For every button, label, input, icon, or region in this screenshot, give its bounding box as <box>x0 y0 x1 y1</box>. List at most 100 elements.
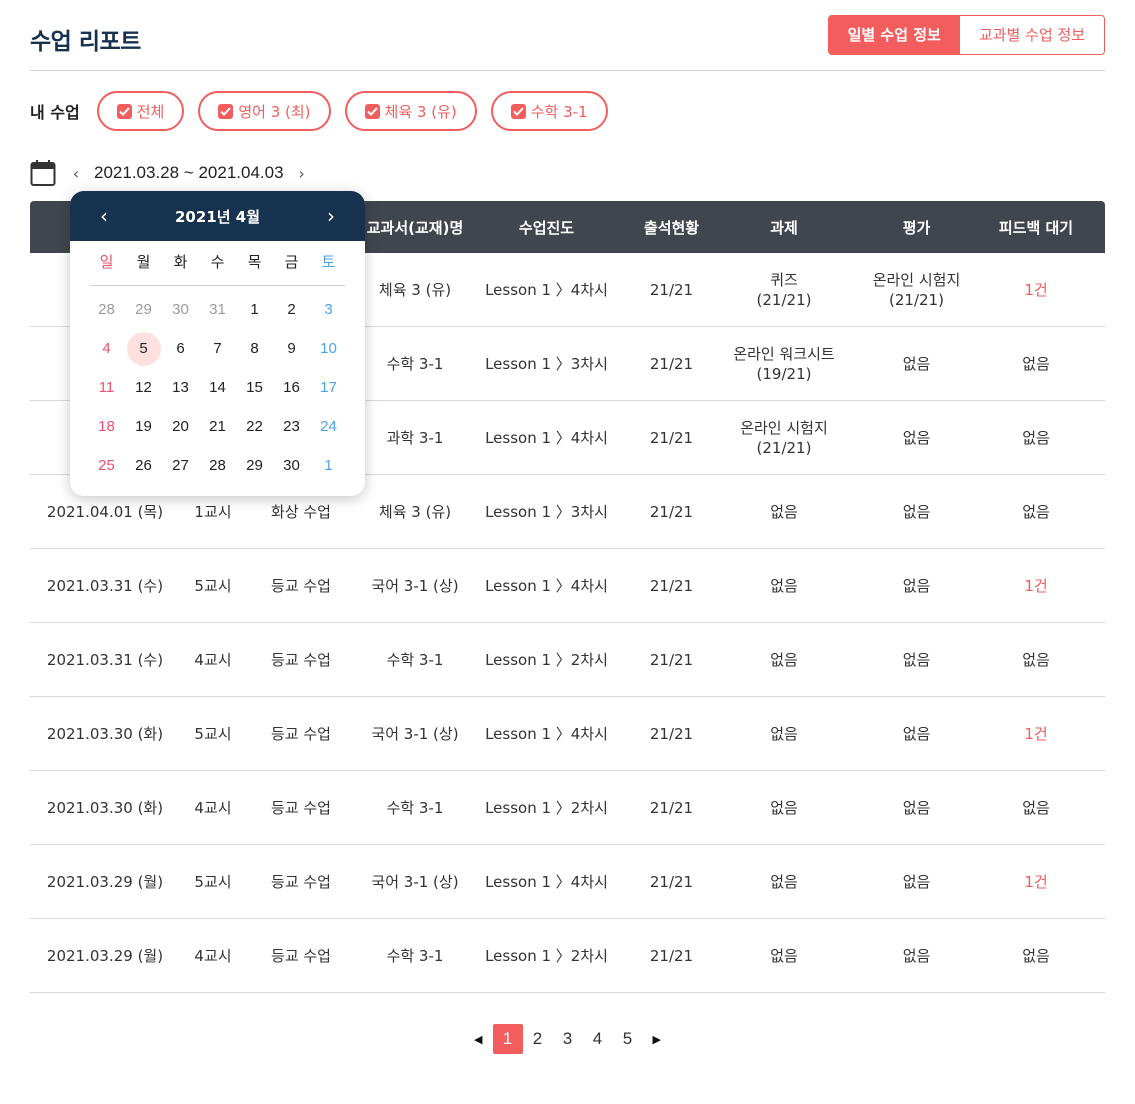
date-picker-popup: ‹ 2021년 4월 › 일월화수목금토 28 29 30 31 1 2 3 4 5 6 7 8 9 10… <box>70 191 365 496</box>
filter-chip-english[interactable]: 영어 3 (최) <box>198 91 331 131</box>
checkbox-checked-icon <box>364 103 380 119</box>
prev-month-button[interactable]: ‹ <box>96 204 112 228</box>
row-period: 5교시 <box>194 576 232 595</box>
next-month-button[interactable]: › <box>323 204 339 228</box>
row-progress: Lesson 1 〉4차시 <box>485 872 608 891</box>
row-progress: Lesson 1 〉3차시 <box>485 354 608 373</box>
row-textbook: 수학 3-1 <box>386 650 444 669</box>
calendar-day[interactable]: 14 <box>199 371 236 405</box>
calendar-day[interactable]: 11 <box>88 371 125 405</box>
row-assignment: 없음 <box>724 845 844 918</box>
row-feedback: 없음 <box>1022 354 1050 373</box>
page-number-1[interactable]: 1 <box>492 1024 523 1054</box>
row-evaluation: 없음 <box>844 623 989 696</box>
table-row[interactable]: 2021.03.30 (화) 5교시 등교 수업 국어 3-1 (상) Lesson 1… <box>30 697 1105 771</box>
date-range-label: 2021.03.28 ~ 2021.04.03 <box>94 163 284 182</box>
calendar-day[interactable]: 1 <box>236 293 273 327</box>
row-feedback: 없음 <box>1022 428 1050 447</box>
subject-info-tab[interactable]: 교과별 수업 정보 <box>959 16 1104 54</box>
prev-week-button[interactable]: ‹ <box>68 164 84 183</box>
row-assignment: 없음 <box>724 771 844 844</box>
row-feedback[interactable]: 1건 <box>989 697 1083 770</box>
calendar-day[interactable]: 19 <box>125 410 162 444</box>
calendar-day[interactable]: 13 <box>162 371 199 405</box>
row-feedback[interactable]: 1건 <box>989 845 1083 918</box>
calendar-day[interactable]: 30 <box>273 449 310 483</box>
row-feedback[interactable]: 1건 <box>989 549 1083 622</box>
page-number-3[interactable]: 3 <box>553 1024 583 1054</box>
calendar-month-label: 2021년 4월 <box>174 207 260 226</box>
row-assignment-line: 없음 <box>770 502 798 521</box>
row-assignment-line: 온라인 시험지 <box>740 418 828 437</box>
calendar-day[interactable]: 8 <box>236 332 273 366</box>
calendar-day[interactable]: 23 <box>273 410 310 444</box>
calendar-day[interactable]: 9 <box>273 332 310 366</box>
calendar-day[interactable]: 2 <box>273 293 310 327</box>
calendar-day[interactable]: 6 <box>162 332 199 366</box>
weekday-label: 목 <box>247 253 262 271</box>
calendar-day[interactable]: 28 <box>88 293 125 327</box>
row-feedback: 없음 <box>1022 650 1050 669</box>
calendar-day[interactable]: 22 <box>236 410 273 444</box>
calendar-day[interactable]: 29 <box>125 293 162 327</box>
table-row[interactable]: 2021.03.29 (월) 4교시 등교 수업 수학 3-1 Lesson 1 〉2차… <box>30 919 1105 993</box>
class-filter-row: 내 수업 전체 영어 3 (최) 체육 3 (유) 수학 3-1 <box>30 91 622 131</box>
table-row[interactable]: 2021.03.29 (월) 5교시 등교 수업 국어 3-1 (상) Lesson 1… <box>30 845 1105 919</box>
table-row[interactable]: 2021.03.31 (수) 4교시 등교 수업 수학 3-1 Lesson 1 〉2차… <box>30 623 1105 697</box>
row-evaluation-line: 없음 <box>902 724 931 743</box>
row-evaluation-line: 없음 <box>902 428 931 447</box>
next-page-icon[interactable]: ▶ <box>653 1033 661 1046</box>
row-textbook: 국어 3-1 (상) <box>371 576 459 595</box>
calendar-day[interactable]: 15 <box>236 371 273 405</box>
checkbox-checked-icon <box>510 103 526 119</box>
filter-label: 내 수업 <box>30 103 80 122</box>
calendar-day[interactable]: 1 <box>310 449 347 483</box>
calendar-day[interactable]: 26 <box>125 449 162 483</box>
row-assignment-line: 온라인 워크시트 <box>733 344 835 363</box>
pagination: ◀ 12345 ▶ <box>30 1024 1105 1054</box>
filter-chip-math[interactable]: 수학 3-1 <box>490 91 608 131</box>
calendar-day[interactable]: 29 <box>236 449 273 483</box>
page-number-4[interactable]: 4 <box>583 1024 613 1054</box>
calendar-day[interactable]: 21 <box>199 410 236 444</box>
calendar-day[interactable]: 25 <box>88 449 125 483</box>
table-row[interactable]: 2021.03.30 (화) 4교시 등교 수업 수학 3-1 Lesson 1 〉2차… <box>30 771 1105 845</box>
row-attendance: 21/21 <box>649 946 694 965</box>
column-header-attendance: 출석현황 <box>643 218 700 237</box>
calendar-day[interactable]: 20 <box>162 410 199 444</box>
page-number-5[interactable]: 5 <box>613 1024 643 1054</box>
calendar-day[interactable]: 27 <box>162 449 199 483</box>
calendar-day[interactable]: 7 <box>199 332 236 366</box>
calendar-day[interactable]: 17 <box>310 371 347 405</box>
row-feedback[interactable]: 1건 <box>989 253 1083 326</box>
calendar-day[interactable]: 10 <box>310 332 347 366</box>
weekday-label: 일 <box>99 253 114 271</box>
column-header-evaluation: 평가 <box>902 218 931 237</box>
table-row[interactable]: 2021.03.31 (수) 5교시 등교 수업 국어 3-1 (상) Lesson 1… <box>30 549 1105 623</box>
calendar-day[interactable]: 18 <box>88 410 125 444</box>
row-assignment: 없음 <box>724 919 844 992</box>
calendar-day[interactable]: 3 <box>310 293 347 327</box>
calendar-day[interactable]: 16 <box>273 371 310 405</box>
calendar-day[interactable]: 30 <box>162 293 199 327</box>
daily-info-tab[interactable]: 일별 수업 정보 <box>828 16 960 54</box>
row-assignment: 없음 <box>724 549 844 622</box>
calendar-day[interactable]: 4 <box>88 332 125 366</box>
calendar-day[interactable]: 5 <box>125 331 162 366</box>
calendar-day[interactable]: 24 <box>310 410 347 444</box>
filter-chip-pe[interactable]: 체육 3 (유) <box>344 91 477 131</box>
filter-chip-all[interactable]: 전체 <box>96 91 185 131</box>
row-textbook: 수학 3-1 <box>386 798 444 817</box>
calendar-icon[interactable] <box>30 159 56 187</box>
calendar-day[interactable]: 31 <box>199 293 236 327</box>
page-number-2[interactable]: 2 <box>523 1024 553 1054</box>
row-feedback: 없음 <box>1022 502 1050 521</box>
row-class-type: 등교 수업 <box>271 576 331 595</box>
row-assignment-line: (21/21) <box>756 438 812 457</box>
calendar-day[interactable]: 12 <box>125 371 162 405</box>
next-week-button[interactable]: › <box>294 164 310 183</box>
row-evaluation-line: 없음 <box>902 576 931 595</box>
weekday-label: 수 <box>210 253 225 271</box>
calendar-day[interactable]: 28 <box>199 449 236 483</box>
prev-page-icon[interactable]: ◀ <box>474 1033 482 1046</box>
